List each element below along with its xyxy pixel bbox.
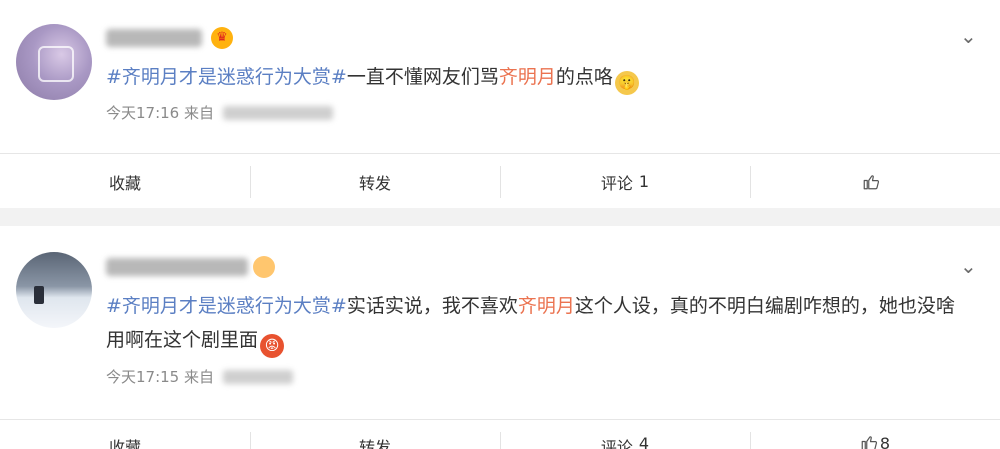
source-blurred xyxy=(222,106,333,120)
source-label: 来自 xyxy=(184,104,215,122)
comment-label: 评论 xyxy=(600,173,633,193)
avatar[interactable] xyxy=(16,252,92,328)
comment-button[interactable]: 评论 4 xyxy=(500,420,750,449)
comment-label: 评论 xyxy=(600,438,633,449)
topic-link[interactable]: #齐明月才是迷惑行为大赏# xyxy=(106,66,347,88)
post-card: ♛ ⌄ #齐明月才是迷惑行为大赏#一直不懂网友们骂齐明月的点咯 🤫 今天17:16… xyxy=(0,0,1000,208)
vip-badge-icon xyxy=(253,256,275,278)
keyword-highlight: 齐明月 xyxy=(498,66,556,88)
keyword-highlight: 齐明月 xyxy=(517,295,575,317)
username-blurred[interactable] xyxy=(106,258,248,276)
post-meta: 今天17:16 来自 xyxy=(106,102,333,123)
chevron-down-icon[interactable]: ⌄ xyxy=(960,26,977,46)
topic-link[interactable]: #齐明月才是迷惑行为大赏# xyxy=(106,295,347,317)
repost-label: 转发 xyxy=(358,173,391,193)
post-text: #齐明月才是迷惑行为大赏#实话实说，我不喜欢齐明月这个人设，真的不明白编剧咋想的… xyxy=(106,289,956,358)
favorite-label: 收藏 xyxy=(108,173,141,193)
username-blurred[interactable] xyxy=(106,29,202,47)
chevron-down-icon[interactable]: ⌄ xyxy=(960,256,977,276)
favorite-label: 收藏 xyxy=(108,438,141,449)
avatar-image xyxy=(38,46,74,82)
thumbs-up-icon xyxy=(863,174,880,189)
post-text-part: 的点咯 xyxy=(555,66,613,88)
like-button[interactable] xyxy=(750,154,1000,209)
avatar[interactable] xyxy=(16,24,92,100)
post-meta: 今天17:15 来自 xyxy=(106,366,293,387)
comment-count: 4 xyxy=(638,434,650,449)
favorite-button[interactable]: 收藏 xyxy=(0,154,250,209)
action-bar: 收藏 转发 评论 4 8 xyxy=(0,419,1000,449)
thumbs-up-icon xyxy=(861,436,877,449)
source-blurred xyxy=(222,370,293,384)
angry-face-icon: 😡 xyxy=(260,334,285,358)
post-text-part: 实话实说，我不喜欢 xyxy=(346,295,518,317)
repost-button[interactable]: 转发 xyxy=(250,420,500,449)
repost-label: 转发 xyxy=(358,438,391,449)
post-time: 今天17:16 xyxy=(106,104,180,122)
comment-button[interactable]: 评论 1 xyxy=(500,154,750,209)
avatar-image xyxy=(34,286,44,304)
shush-face-icon: 🤫 xyxy=(614,71,639,95)
like-count: 8 xyxy=(879,434,891,449)
action-bar: 收藏 转发 评论 1 xyxy=(0,153,1000,209)
vip-crown-icon: ♛ xyxy=(211,27,233,49)
post-text: #齐明月才是迷惑行为大赏#一直不懂网友们骂齐明月的点咯 🤫 xyxy=(106,60,986,95)
post-time: 今天17:15 xyxy=(106,368,180,386)
weibo-feed: ♛ ⌄ #齐明月才是迷惑行为大赏#一直不懂网友们骂齐明月的点咯 🤫 今天17:16… xyxy=(0,0,1000,449)
post-card: ⌄ #齐明月才是迷惑行为大赏#实话实说，我不喜欢齐明月这个人设，真的不明白编剧咋… xyxy=(0,226,1000,449)
comment-count: 1 xyxy=(638,172,650,191)
favorite-button[interactable]: 收藏 xyxy=(0,420,250,449)
repost-button[interactable]: 转发 xyxy=(250,154,500,209)
post-text-part: 一直不懂网友们骂 xyxy=(346,66,499,88)
like-button[interactable]: 8 xyxy=(750,420,1000,449)
source-label: 来自 xyxy=(184,368,215,386)
